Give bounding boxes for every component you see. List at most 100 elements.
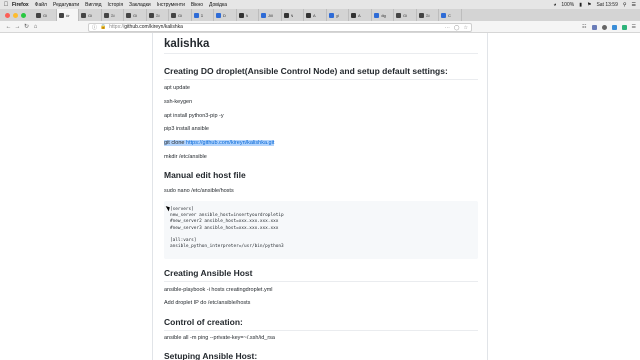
macos-menu-bar:  Firefox Файл Редагувати Вигляд Історія…	[0, 0, 640, 9]
zoom-window-button[interactable]	[21, 12, 26, 18]
menu-item-edit[interactable]: Редагувати	[53, 2, 79, 8]
back-arrow-icon[interactable]: ←	[4, 24, 13, 30]
forward-arrow-icon[interactable]: →	[13, 24, 22, 30]
tab-label: Gi	[403, 12, 407, 18]
minimize-window-button[interactable]	[13, 12, 18, 18]
command-nano-hosts: sudo nano /etc/ansible/hosts	[164, 188, 234, 194]
browser-tab[interactable]: gl	[327, 9, 349, 21]
tab-label: Gi	[155, 12, 160, 18]
mouse-cursor	[165, 204, 172, 212]
tab-favicon-icon	[103, 12, 109, 18]
browser-tab[interactable]: D	[214, 9, 237, 21]
menu-item-history[interactable]: Історія	[108, 2, 124, 8]
tab-label: A	[245, 12, 249, 18]
git-clone-text: git clone	[164, 140, 187, 146]
search-icon[interactable]: ⚲	[623, 2, 627, 8]
heading-control-of-creation: Control of creation:	[164, 317, 478, 331]
command-ssh-keygen: ssh-keygen	[164, 99, 193, 105]
page-actions-icon[interactable]: ⋯	[445, 25, 450, 31]
home-icon[interactable]: ⌂	[31, 24, 40, 30]
wifi-icon[interactable]: ◕	[553, 2, 556, 8]
lock-icon: 🔒	[100, 24, 107, 30]
tab-label: C	[448, 12, 451, 18]
command-mkdir: mkdir /etc/ansible	[164, 154, 207, 160]
battery-icon[interactable]: ▮	[579, 2, 582, 8]
url-protocol: https://	[109, 24, 125, 30]
tab-label: Gi	[425, 12, 430, 18]
close-window-button[interactable]	[5, 12, 10, 18]
menu-item-view[interactable]: Вигляд	[85, 2, 101, 8]
note-add-droplet-ip: Add droplet IP do /etc/ansible/hosts	[164, 300, 251, 306]
tab-favicon-icon	[351, 12, 356, 18]
tab-label: Gi	[110, 12, 115, 18]
browser-tab[interactable]: Gi	[79, 9, 102, 21]
tab-label: Gi	[178, 12, 182, 18]
extension-green-icon[interactable]	[621, 24, 627, 30]
browser-tab[interactable]: Gi	[169, 9, 192, 21]
apple-menu-icon[interactable]: 	[0, 2, 12, 8]
heading-creating-ansible-host: Creating Ansible Host	[164, 268, 478, 282]
tab-favicon-icon	[418, 12, 424, 18]
tab-favicon-icon	[396, 12, 401, 18]
browser-tab[interactable]: Gi	[102, 9, 124, 21]
browser-tab[interactable]: Gi	[147, 9, 169, 21]
tab-label: dig	[380, 12, 386, 18]
browser-tab[interactable]: Gi	[417, 9, 439, 21]
pocket-icon[interactable]: ◯	[454, 25, 460, 31]
menu-item-tools[interactable]: Інструменти	[157, 2, 185, 8]
flag-icon[interactable]: ⚑	[587, 2, 591, 8]
extension-icon[interactable]	[591, 24, 597, 30]
browser-tab[interactable]: Gi	[124, 9, 147, 21]
library-icon[interactable]: ☷	[582, 24, 586, 30]
tab-favicon-icon	[81, 12, 86, 18]
browser-tab[interactable]: N	[282, 9, 304, 21]
tab-label: Gi	[133, 12, 137, 18]
tab-favicon-icon	[193, 12, 199, 18]
tab-label: A	[313, 12, 316, 18]
toolbar-right-buttons: ☷ ☰	[582, 21, 636, 33]
browser-tab[interactable]: A	[237, 9, 259, 21]
battery-percent[interactable]: 100%	[561, 2, 574, 8]
browser-tab[interactable]: Gi	[394, 9, 417, 21]
account-icon[interactable]	[601, 24, 607, 30]
browser-tab[interactable]: C	[439, 9, 462, 21]
url-host: github.com/kireyn/kalishka	[124, 24, 183, 30]
git-clone-link[interactable]: https://github.com/kireyn/kalishka.git	[186, 140, 274, 146]
browser-tab[interactable]: D	[192, 9, 214, 21]
tab-favicon-icon	[328, 12, 334, 18]
status-area: ◕ 100% ▮ ⚑ Sat 13:59 ⚲ ☰	[553, 0, 636, 9]
menu-item-help[interactable]: Довідка	[209, 2, 227, 8]
browser-tab[interactable]: Gi	[34, 9, 57, 21]
tab-label: D	[200, 12, 204, 18]
tab-label: D	[223, 12, 226, 18]
menu-item-window[interactable]: Вікно	[191, 2, 203, 8]
tab-label: Gi	[88, 12, 92, 18]
tab-favicon-icon	[171, 12, 176, 18]
hamburger-menu-icon[interactable]: ☰	[632, 24, 636, 30]
bookmark-star-icon[interactable]: ☆	[464, 25, 468, 31]
browser-tab[interactable]: dig	[372, 9, 394, 21]
browser-tab[interactable]: A	[349, 9, 372, 21]
browser-tab[interactable]: kir	[56, 9, 79, 21]
window-controls	[0, 9, 34, 21]
extension-blue-icon[interactable]	[611, 24, 617, 30]
clock[interactable]: Sat 13:59	[596, 2, 617, 8]
web-page: kalishka Creating DO droplet(Ansible Con…	[0, 33, 640, 360]
menu-list-icon[interactable]: ☰	[632, 2, 636, 8]
browser-toolbar: ← → ↻ ⌂ ⓘ 🔒 https://github.com/kireyn/ka…	[0, 21, 640, 33]
address-bar[interactable]: ⓘ 🔒 https://github.com/kireyn/kalishka ⋯…	[88, 22, 472, 32]
app-menu-firefox[interactable]: Firefox	[12, 2, 29, 8]
tab-favicon-icon	[373, 12, 379, 18]
tab-favicon-icon	[283, 12, 289, 18]
browser-tab[interactable]: Jill	[259, 9, 282, 21]
menu-item-bookmarks[interactable]: Закладки	[129, 2, 151, 8]
readme-title: kalishka	[164, 38, 478, 54]
reload-icon[interactable]: ↻	[22, 23, 31, 30]
tab-favicon-icon	[441, 12, 446, 18]
browser-tab[interactable]: A	[304, 9, 327, 21]
command-pip-install-ansible: pip3 install ansible	[164, 126, 209, 132]
tab-favicon-icon	[58, 12, 64, 18]
menu-item-file[interactable]: Файл	[35, 2, 47, 8]
info-icon[interactable]: ⓘ	[92, 24, 97, 31]
tab-label: gl	[335, 12, 339, 18]
